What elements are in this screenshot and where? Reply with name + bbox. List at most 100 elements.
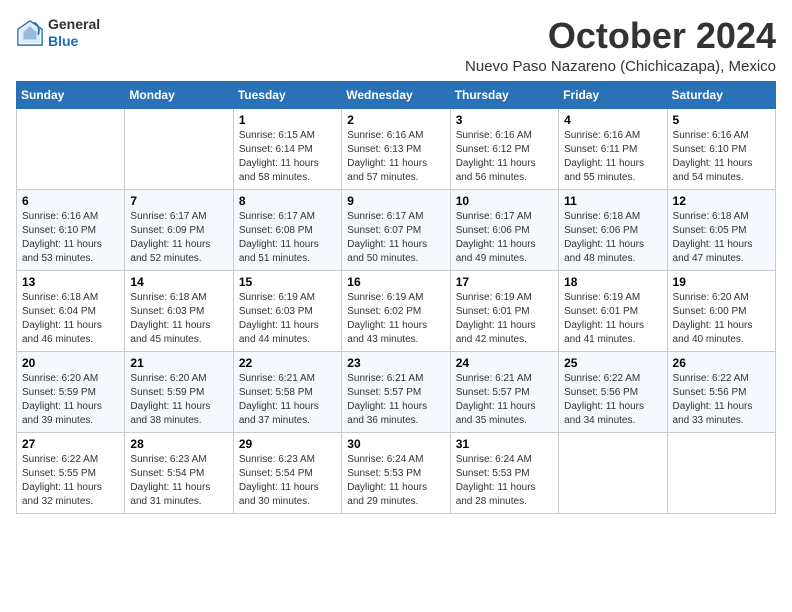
calendar-week-row: 27 Sunrise: 6:22 AM Sunset: 5:55 PM Dayli… xyxy=(17,432,776,513)
day-info: Sunrise: 6:17 AM Sunset: 6:09 PM Dayligh… xyxy=(130,210,227,266)
day-number: 5 xyxy=(673,113,770,127)
table-row xyxy=(17,108,125,189)
day-number: 25 xyxy=(564,356,661,370)
table-row: 13 Sunrise: 6:18 AM Sunset: 6:04 PM Dayli… xyxy=(17,270,125,351)
day-info: Sunrise: 6:24 AM Sunset: 5:53 PM Dayligh… xyxy=(456,453,553,509)
day-number: 3 xyxy=(456,113,553,127)
day-number: 12 xyxy=(673,194,770,208)
day-number: 2 xyxy=(347,113,444,127)
day-info: Sunrise: 6:19 AM Sunset: 6:01 PM Dayligh… xyxy=(456,291,553,347)
day-number: 6 xyxy=(22,194,119,208)
table-row: 1Sunrise: 6:15 AM Sunset: 6:14 PM Daylig… xyxy=(233,108,341,189)
day-info: Sunrise: 6:22 AM Sunset: 5:55 PM Dayligh… xyxy=(22,453,119,509)
col-thursday: Thursday xyxy=(450,81,558,108)
page-header: General Blue October 2024 Nuevo Paso Naz… xyxy=(16,16,776,75)
table-row: 19 Sunrise: 6:20 AM Sunset: 6:00 PM Dayli… xyxy=(667,270,775,351)
day-info: Sunrise: 6:20 AM Sunset: 5:59 PM Dayligh… xyxy=(130,372,227,428)
col-saturday: Saturday xyxy=(667,81,775,108)
calendar-week-row: 13 Sunrise: 6:18 AM Sunset: 6:04 PM Dayli… xyxy=(17,270,776,351)
day-number: 20 xyxy=(22,356,119,370)
table-row: 18 Sunrise: 6:19 AM Sunset: 6:01 PM Dayli… xyxy=(559,270,667,351)
col-tuesday: Tuesday xyxy=(233,81,341,108)
table-row: 21 Sunrise: 6:20 AM Sunset: 5:59 PM Dayli… xyxy=(125,351,233,432)
table-row: 4Sunrise: 6:16 AM Sunset: 6:11 PM Daylig… xyxy=(559,108,667,189)
col-sunday: Sunday xyxy=(17,81,125,108)
day-info: Sunrise: 6:23 AM Sunset: 5:54 PM Dayligh… xyxy=(239,453,336,509)
table-row: 10 Sunrise: 6:17 AM Sunset: 6:06 PM Dayli… xyxy=(450,189,558,270)
day-info: Sunrise: 6:16 AM Sunset: 6:10 PM Dayligh… xyxy=(673,129,770,185)
day-info: Sunrise: 6:18 AM Sunset: 6:04 PM Dayligh… xyxy=(22,291,119,347)
table-row: 27 Sunrise: 6:22 AM Sunset: 5:55 PM Dayli… xyxy=(17,432,125,513)
table-row: 30Sunrise: 6:24 AM Sunset: 5:53 PM Dayli… xyxy=(342,432,450,513)
day-info: Sunrise: 6:16 AM Sunset: 6:10 PM Dayligh… xyxy=(22,210,119,266)
month-title: October 2024 xyxy=(465,16,776,56)
day-info: Sunrise: 6:20 AM Sunset: 5:59 PM Dayligh… xyxy=(22,372,119,428)
day-number: 13 xyxy=(22,275,119,289)
table-row: 7 Sunrise: 6:17 AM Sunset: 6:09 PM Daylig… xyxy=(125,189,233,270)
day-number: 7 xyxy=(130,194,227,208)
table-row: 24 Sunrise: 6:21 AM Sunset: 5:57 PM Dayli… xyxy=(450,351,558,432)
day-info: Sunrise: 6:21 AM Sunset: 5:58 PM Dayligh… xyxy=(239,372,336,428)
day-info: Sunrise: 6:21 AM Sunset: 5:57 PM Dayligh… xyxy=(456,372,553,428)
day-number: 28 xyxy=(130,437,227,451)
col-monday: Monday xyxy=(125,81,233,108)
table-row: 28 Sunrise: 6:23 AM Sunset: 5:54 PM Dayli… xyxy=(125,432,233,513)
table-row: 2 Sunrise: 6:16 AM Sunset: 6:13 PM Daylig… xyxy=(342,108,450,189)
table-row: 29 Sunrise: 6:23 AM Sunset: 5:54 PM Dayli… xyxy=(233,432,341,513)
table-row xyxy=(667,432,775,513)
day-info: Sunrise: 6:24 AM Sunset: 5:53 PM Dayligh… xyxy=(347,453,444,509)
day-number: 22 xyxy=(239,356,336,370)
day-info: Sunrise: 6:15 AM Sunset: 6:14 PM Dayligh… xyxy=(239,129,336,185)
day-number: 18 xyxy=(564,275,661,289)
table-row: 23Sunrise: 6:21 AM Sunset: 5:57 PM Dayli… xyxy=(342,351,450,432)
calendar-header-row: Sunday Monday Tuesday Wednesday Thursday… xyxy=(17,81,776,108)
table-row: 31 Sunrise: 6:24 AM Sunset: 5:53 PM Dayli… xyxy=(450,432,558,513)
table-row: 26Sunrise: 6:22 AM Sunset: 5:56 PM Dayli… xyxy=(667,351,775,432)
table-row xyxy=(125,108,233,189)
day-number: 21 xyxy=(130,356,227,370)
day-number: 31 xyxy=(456,437,553,451)
table-row: 6 Sunrise: 6:16 AM Sunset: 6:10 PM Daylig… xyxy=(17,189,125,270)
day-info: Sunrise: 6:22 AM Sunset: 5:56 PM Dayligh… xyxy=(673,372,770,428)
day-info: Sunrise: 6:18 AM Sunset: 6:03 PM Dayligh… xyxy=(130,291,227,347)
day-info: Sunrise: 6:16 AM Sunset: 6:12 PM Dayligh… xyxy=(456,129,553,185)
day-info: Sunrise: 6:19 AM Sunset: 6:02 PM Dayligh… xyxy=(347,291,444,347)
table-row: 8 Sunrise: 6:17 AM Sunset: 6:08 PM Daylig… xyxy=(233,189,341,270)
table-row xyxy=(559,432,667,513)
table-row: 20 Sunrise: 6:20 AM Sunset: 5:59 PM Dayli… xyxy=(17,351,125,432)
col-wednesday: Wednesday xyxy=(342,81,450,108)
table-row: 5 Sunrise: 6:16 AM Sunset: 6:10 PM Daylig… xyxy=(667,108,775,189)
table-row: 11 Sunrise: 6:18 AM Sunset: 6:06 PM Dayli… xyxy=(559,189,667,270)
day-info: Sunrise: 6:22 AM Sunset: 5:56 PM Dayligh… xyxy=(564,372,661,428)
logo-icon xyxy=(16,19,44,47)
title-area: October 2024 Nuevo Paso Nazareno (Chichi… xyxy=(465,16,776,75)
day-info: Sunrise: 6:17 AM Sunset: 6:06 PM Dayligh… xyxy=(456,210,553,266)
day-info: Sunrise: 6:18 AM Sunset: 6:06 PM Dayligh… xyxy=(564,210,661,266)
day-info: Sunrise: 6:18 AM Sunset: 6:05 PM Dayligh… xyxy=(673,210,770,266)
day-info: Sunrise: 6:16 AM Sunset: 6:13 PM Dayligh… xyxy=(347,129,444,185)
location-title: Nuevo Paso Nazareno (Chichicazapa), Mexi… xyxy=(465,58,776,75)
day-number: 19 xyxy=(673,275,770,289)
calendar-table: Sunday Monday Tuesday Wednesday Thursday… xyxy=(16,81,776,514)
calendar-week-row: 20 Sunrise: 6:20 AM Sunset: 5:59 PM Dayli… xyxy=(17,351,776,432)
day-number: 14 xyxy=(130,275,227,289)
day-number: 24 xyxy=(456,356,553,370)
day-info: Sunrise: 6:20 AM Sunset: 6:00 PM Dayligh… xyxy=(673,291,770,347)
day-info: Sunrise: 6:17 AM Sunset: 6:07 PM Dayligh… xyxy=(347,210,444,266)
day-number: 9 xyxy=(347,194,444,208)
table-row: 12 Sunrise: 6:18 AM Sunset: 6:05 PM Dayli… xyxy=(667,189,775,270)
logo-text: General Blue xyxy=(48,16,100,50)
day-number: 27 xyxy=(22,437,119,451)
day-info: Sunrise: 6:19 AM Sunset: 6:03 PM Dayligh… xyxy=(239,291,336,347)
day-info: Sunrise: 6:16 AM Sunset: 6:11 PM Dayligh… xyxy=(564,129,661,185)
day-info: Sunrise: 6:17 AM Sunset: 6:08 PM Dayligh… xyxy=(239,210,336,266)
day-number: 17 xyxy=(456,275,553,289)
day-number: 11 xyxy=(564,194,661,208)
table-row: 3 Sunrise: 6:16 AM Sunset: 6:12 PM Daylig… xyxy=(450,108,558,189)
day-info: Sunrise: 6:19 AM Sunset: 6:01 PM Dayligh… xyxy=(564,291,661,347)
day-number: 15 xyxy=(239,275,336,289)
day-info: Sunrise: 6:23 AM Sunset: 5:54 PM Dayligh… xyxy=(130,453,227,509)
day-number: 29 xyxy=(239,437,336,451)
day-number: 10 xyxy=(456,194,553,208)
day-number: 8 xyxy=(239,194,336,208)
